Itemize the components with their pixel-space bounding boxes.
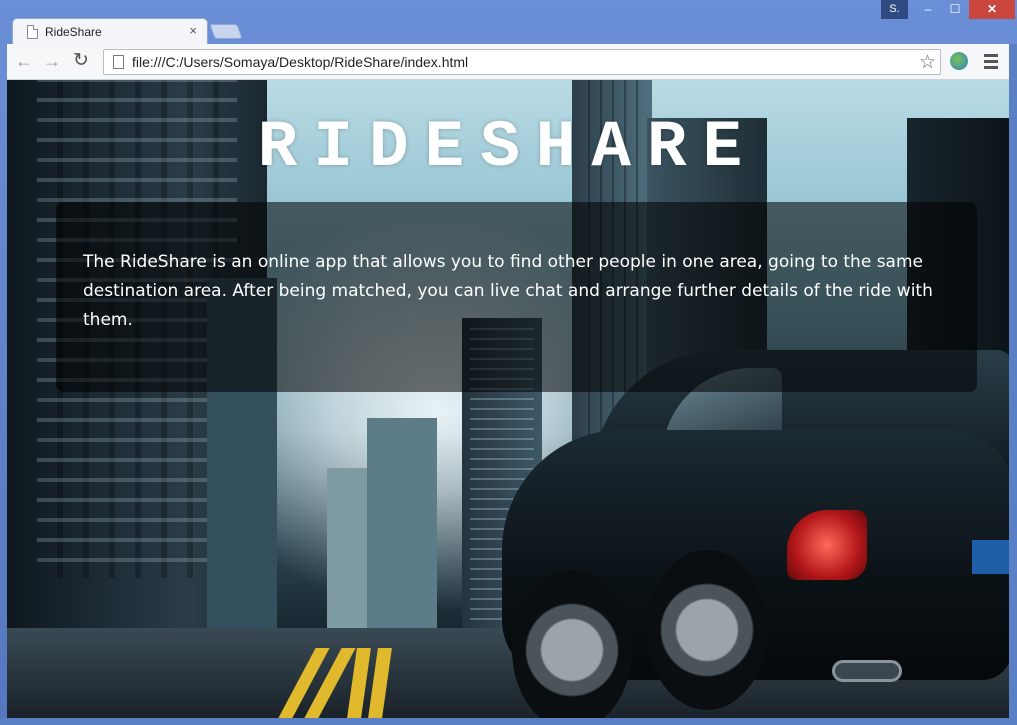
extension-globe-icon[interactable] — [950, 52, 968, 70]
title-bar: RideShare × S. – ☐ ✕ — [0, 0, 1017, 45]
user-profile-badge[interactable]: S. — [881, 0, 908, 19]
forward-arrow-icon[interactable]: → — [43, 52, 61, 70]
new-tab-button[interactable] — [209, 24, 243, 39]
reload-icon[interactable]: ↻ — [73, 51, 89, 70]
lane-marking — [347, 648, 371, 718]
window-frame-bottom — [0, 718, 1017, 725]
browser-toolbar: ← → ↻ file:///C:/Users/Somaya/Desktop/Ri… — [7, 44, 1011, 80]
tab-title: RideShare — [45, 25, 102, 39]
browser-window: RideShare × S. – ☐ ✕ ← → ↻ file:///C:/Us… — [0, 0, 1017, 725]
back-arrow-icon[interactable]: ← — [15, 52, 33, 70]
background-building — [367, 418, 437, 638]
star-icon[interactable]: ☆ — [919, 51, 936, 74]
address-bar[interactable]: file:///C:/Users/Somaya/Desktop/RideShar… — [103, 49, 941, 75]
description-text: The RideShare is an online app that allo… — [83, 252, 933, 330]
description-panel: The RideShare is an online app that allo… — [56, 202, 977, 392]
minimize-button[interactable]: – — [915, 0, 941, 19]
window-frame-right — [1009, 44, 1017, 725]
car-wheel — [512, 570, 632, 718]
url-text[interactable]: file:///C:/Users/Somaya/Desktop/RideShar… — [132, 54, 468, 70]
background-car — [502, 350, 1009, 718]
page-icon — [27, 25, 38, 39]
car-wheel — [647, 550, 767, 710]
page-viewport: RIDESHARE The RideShare is an online app… — [7, 80, 1009, 718]
car-exhaust — [832, 660, 902, 682]
page-icon — [113, 55, 124, 69]
car-taillight — [787, 510, 867, 580]
maximize-button[interactable]: ☐ — [942, 0, 968, 19]
car-plate — [972, 540, 1009, 574]
background-building — [327, 468, 367, 638]
page-title: RIDESHARE — [257, 110, 759, 185]
lane-marking — [368, 648, 392, 718]
tab-rideshare[interactable]: RideShare × — [12, 18, 208, 45]
tab-close-icon[interactable]: × — [189, 23, 197, 38]
menu-icon[interactable] — [984, 54, 998, 72]
close-window-button[interactable]: ✕ — [969, 0, 1015, 19]
